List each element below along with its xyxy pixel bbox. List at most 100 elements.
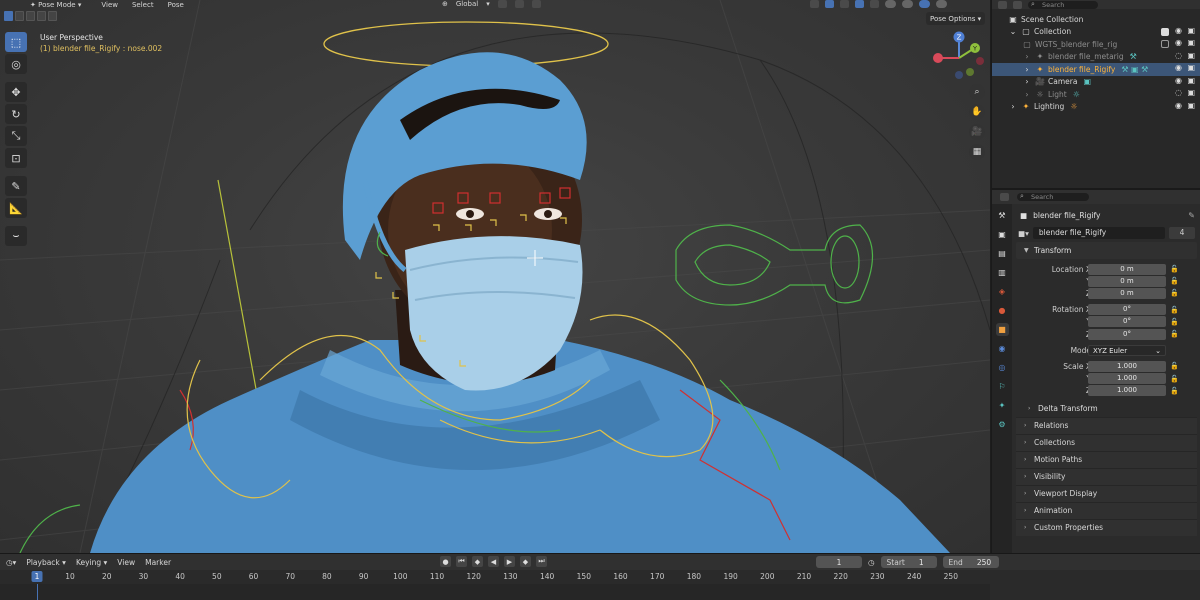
expand-arrow-icon[interactable]: › <box>1022 52 1032 61</box>
menu-view[interactable]: View <box>117 558 135 567</box>
grid-view-icon[interactable]: ▦ <box>969 144 985 160</box>
outliner-row-metarig[interactable]: › ✦ blender file_metarig ⚒ ◌ ▣ <box>992 51 1200 64</box>
scale-z-field[interactable]: 1.000 <box>1088 385 1166 397</box>
eye-icon[interactable]: ◉ <box>1175 76 1182 85</box>
location-x-field[interactable]: 0 m <box>1088 263 1166 275</box>
animation-panel-header[interactable]: › Animation <box>1016 501 1197 519</box>
lock-icon[interactable]: 🔓 <box>1170 265 1179 273</box>
rotate-tool-icon[interactable]: ↻ <box>5 104 27 124</box>
delta-transform-subpanel[interactable]: › Delta Transform <box>1014 401 1200 417</box>
rotation-y-field[interactable]: 0° <box>1088 316 1166 328</box>
menu-pose[interactable]: Pose <box>168 1 184 9</box>
transform-tool-icon[interactable]: ⊡ <box>5 148 27 168</box>
jump-start-icon[interactable]: ⏮ <box>456 556 467 567</box>
rotation-z-field[interactable]: 0° <box>1088 328 1166 340</box>
outliner-display-mode-icon[interactable] <box>1013 0 1022 9</box>
expand-arrow-icon[interactable]: › <box>1022 65 1032 74</box>
eye-icon[interactable]: ◉ <box>1175 63 1182 72</box>
eye-icon[interactable]: ◌ <box>1175 51 1182 60</box>
scene-render[interactable] <box>0 0 990 553</box>
pan-hand-icon[interactable]: ✋ <box>969 104 985 120</box>
select-box-tool-icon[interactable]: ⬚ <box>5 32 27 52</box>
properties-search-input[interactable]: Search <box>1017 192 1089 201</box>
select-box-subtract-icon[interactable] <box>26 11 35 21</box>
expand-arrow-icon[interactable]: › <box>1008 102 1018 111</box>
menu-keying[interactable]: Keying ▾ <box>76 558 107 567</box>
outliner-row-camera[interactable]: › 🎥 Camera ▣ ◉ ▣ <box>992 76 1200 89</box>
datablock-type-icon[interactable]: ■▾ <box>1018 229 1029 238</box>
physics-tab-icon[interactable]: ◎ <box>996 361 1009 374</box>
timeline-editor-type-icon[interactable]: ◷▾ <box>6 558 16 567</box>
snap-icon[interactable] <box>514 0 524 8</box>
outliner-row-rigify[interactable]: › ✦ blender file_Rigify ⚒ ▣ ⚒ ◉ ▣ <box>992 63 1200 76</box>
bone-size-tool-icon[interactable]: ⌣ <box>5 226 27 246</box>
outliner-row-lighting[interactable]: › ✦ Lighting ☼ ◉ ▣ <box>992 101 1200 114</box>
select-box-intersect-icon[interactable] <box>48 11 57 21</box>
render-camera-icon[interactable]: ▣ <box>1187 38 1195 47</box>
select-box-invert-icon[interactable] <box>37 11 46 21</box>
start-frame-field[interactable]: Start 1 <box>880 556 937 568</box>
render-camera-icon[interactable]: ▣ <box>1187 63 1195 72</box>
camera-view-icon[interactable]: 🎥 <box>969 124 985 140</box>
expand-arrow-icon[interactable]: ⌄ <box>1008 27 1018 36</box>
custom-properties-panel-header[interactable]: › Custom Properties <box>1016 518 1197 536</box>
3d-viewport[interactable]: ✦ Pose Mode ▾ View Select Pose ⊕ Global … <box>0 0 990 553</box>
mode-selector[interactable]: ✦ Pose Mode ▾ <box>30 1 81 9</box>
measure-tool-icon[interactable]: 📐 <box>5 198 27 218</box>
eye-icon[interactable]: ◌ <box>1175 88 1182 97</box>
frame-ruler[interactable]: 1 10 20 30 40 50 60 70 80 90 100 110 120 130 140 150 16… <box>0 570 1200 584</box>
outliner-row-collection[interactable]: ⌄ ▢ Collection ◉ ▣ <box>992 26 1200 39</box>
pose-options-dropdown[interactable]: Pose Options ▾ <box>926 12 986 25</box>
render-tab-icon[interactable]: ▣ <box>996 228 1009 241</box>
pin-icon[interactable]: ✎ <box>1188 211 1195 220</box>
overlay-toggle-icon[interactable] <box>855 0 864 8</box>
prev-keyframe-icon[interactable]: ◆ <box>472 556 483 567</box>
rotation-mode-select[interactable]: XYZ Euler ⌄ <box>1088 344 1166 356</box>
shading-rendered-icon[interactable] <box>936 0 947 8</box>
object-name-field[interactable]: blender file_Rigify <box>1032 227 1165 239</box>
rotation-x-field[interactable]: 0° <box>1088 304 1166 316</box>
current-frame-field[interactable]: 1 <box>816 556 862 568</box>
lock-icon[interactable]: 🔓 <box>1170 289 1179 297</box>
motion-paths-panel-header[interactable]: › Motion Paths <box>1016 450 1197 468</box>
gizmo-toggle-icon[interactable] <box>825 0 834 8</box>
users-count[interactable]: 4 <box>1169 227 1195 239</box>
outliner-row-scene-collection[interactable]: ▣ Scene Collection <box>992 13 1200 26</box>
scale-y-field[interactable]: 1.000 <box>1088 373 1166 385</box>
outliner-row-wgts[interactable]: ▢ WGTS_blender file_rig ◉ ▣ <box>992 38 1200 51</box>
outliner-row-light[interactable]: › ☼ Light ☼ ◌ ▣ <box>992 88 1200 101</box>
eye-icon[interactable]: ◉ <box>1175 26 1182 35</box>
outliner-editor-type-icon[interactable] <box>998 0 1007 9</box>
output-tab-icon[interactable]: ▤ <box>996 247 1009 260</box>
menu-marker[interactable]: Marker <box>145 558 171 567</box>
shading-solid-icon[interactable] <box>902 0 913 8</box>
location-z-field[interactable]: 0 m <box>1088 287 1166 299</box>
pivot-icon[interactable] <box>497 0 507 8</box>
render-camera-icon[interactable]: ▣ <box>1187 51 1195 60</box>
properties-editor-type-icon[interactable] <box>1000 193 1009 201</box>
scale-x-field[interactable]: 1.000 <box>1088 360 1166 372</box>
scale-tool-icon[interactable]: ⤡ <box>5 126 27 146</box>
location-y-field[interactable]: 0 m <box>1088 275 1166 287</box>
record-icon[interactable]: ● <box>440 556 451 567</box>
menu-playback[interactable]: Playback ▾ <box>26 558 66 567</box>
overlay-icon[interactable] <box>840 0 849 8</box>
gizmo-neg-x[interactable] <box>976 57 984 65</box>
lock-icon[interactable]: 🔓 <box>1170 277 1179 285</box>
visibility-icon[interactable] <box>810 0 819 8</box>
gizmo-x-axis[interactable] <box>933 53 943 63</box>
view-layer-tab-icon[interactable]: ▥ <box>996 266 1009 279</box>
collection-checkbox[interactable] <box>1161 27 1169 36</box>
select-box-extend-icon[interactable] <box>15 11 24 21</box>
lock-icon[interactable]: 🔓 <box>1170 306 1179 314</box>
next-keyframe-icon[interactable]: ◆ <box>520 556 531 567</box>
eye-icon[interactable]: ◉ <box>1175 101 1182 110</box>
collection-checkbox[interactable] <box>1161 40 1169 48</box>
lock-icon[interactable]: 🔓 <box>1170 362 1179 370</box>
render-camera-icon[interactable]: ▣ <box>1187 101 1195 110</box>
constraints-tab-icon[interactable]: ⚐ <box>996 380 1009 393</box>
modifier-tab-icon[interactable]: ◉ <box>996 342 1009 355</box>
shading-wire-icon[interactable] <box>885 0 896 8</box>
current-frame-indicator[interactable]: 1 <box>31 571 43 582</box>
end-frame-field[interactable]: End 250 <box>942 556 999 568</box>
